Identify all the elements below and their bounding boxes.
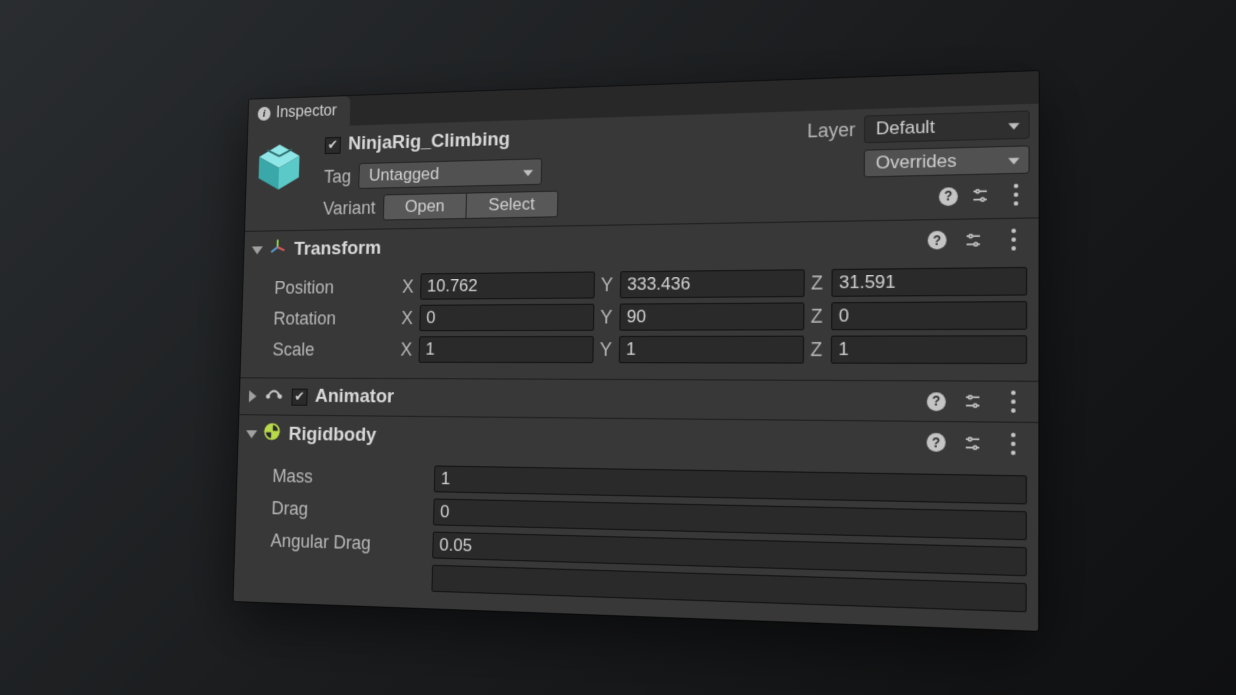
prefab-buttons: Open Select: [383, 190, 558, 220]
position-y-input[interactable]: 333.436: [620, 269, 805, 298]
axis-z-label: Z: [811, 304, 826, 327]
rigidbody-icon: [262, 421, 281, 446]
transform-title: Transform: [294, 237, 382, 260]
tag-dropdown[interactable]: Untagged: [358, 158, 542, 189]
settings-icon[interactable]: [959, 429, 986, 456]
scale-y-input[interactable]: 1: [619, 335, 804, 363]
foldout-icon[interactable]: [252, 245, 263, 253]
rigidbody-component: Rigidbody ? Mass 1: [234, 414, 1039, 631]
settings-icon[interactable]: [967, 182, 994, 209]
info-icon: i: [258, 106, 271, 120]
axis-y-label: Y: [599, 338, 614, 360]
help-icon[interactable]: ?: [927, 432, 946, 451]
select-button[interactable]: Select: [466, 191, 557, 217]
rotation-y-input[interactable]: 90: [619, 302, 804, 330]
help-icon[interactable]: ?: [928, 230, 947, 249]
axis-y-label: Y: [601, 273, 616, 295]
foldout-icon[interactable]: [249, 390, 257, 402]
context-menu-icon[interactable]: [1002, 181, 1029, 208]
mass-label: Mass: [272, 465, 424, 489]
object-name[interactable]: NinjaRig_Climbing: [348, 128, 510, 155]
rotation-x-input[interactable]: 0: [419, 303, 594, 330]
axis-z-label: Z: [811, 271, 826, 294]
position-label: Position: [274, 276, 397, 298]
context-menu-icon[interactable]: [1000, 225, 1027, 252]
context-menu-icon[interactable]: [1000, 429, 1027, 456]
transform-icon: [268, 237, 287, 262]
overrides-dropdown[interactable]: Overrides: [864, 145, 1030, 177]
axis-x-label: X: [400, 338, 414, 359]
help-icon[interactable]: ?: [939, 186, 958, 205]
help-icon[interactable]: ?: [927, 391, 946, 410]
tab-label: Inspector: [276, 102, 337, 122]
scale-x-input[interactable]: 1: [419, 336, 594, 363]
transform-component: Transform ? Position X10.76: [240, 217, 1038, 380]
axis-x-label: X: [402, 275, 416, 296]
settings-icon[interactable]: [960, 226, 987, 253]
open-button[interactable]: Open: [384, 193, 467, 219]
prefab-icon: [253, 138, 304, 192]
blank-label: [269, 562, 422, 589]
inspector-panel: i Inspector ✔ NinjaRig_Climbing: [234, 71, 1039, 631]
axis-y-label: Y: [600, 306, 615, 328]
context-menu-icon[interactable]: [1000, 388, 1027, 415]
scale-z-input[interactable]: 1: [831, 335, 1027, 364]
foldout-icon[interactable]: [246, 429, 257, 437]
position-x-input[interactable]: 10.762: [420, 271, 595, 299]
drag-label: Drag: [271, 497, 424, 522]
active-checkbox[interactable]: ✔: [325, 136, 341, 153]
scale-label: Scale: [272, 338, 395, 359]
rotation-z-input[interactable]: 0: [831, 301, 1027, 330]
rotation-label: Rotation: [273, 307, 396, 329]
rigidbody-title: Rigidbody: [288, 423, 376, 446]
settings-icon[interactable]: [959, 388, 986, 415]
animator-title: Animator: [315, 385, 395, 408]
tag-value: Untagged: [369, 163, 440, 185]
tab-inspector[interactable]: i Inspector: [248, 95, 350, 128]
overrides-label: Overrides: [876, 150, 957, 174]
animator-enabled-checkbox[interactable]: ✔: [291, 388, 307, 405]
animator-icon: [263, 385, 284, 407]
angular-drag-label: Angular Drag: [270, 529, 423, 555]
layer-value: Default: [876, 116, 935, 139]
layer-label: Layer: [807, 118, 855, 142]
axis-x-label: X: [401, 307, 415, 328]
variant-label: Variant: [323, 197, 376, 219]
axis-z-label: Z: [810, 338, 825, 361]
tag-label: Tag: [324, 165, 352, 187]
mass-input[interactable]: 1: [434, 465, 1027, 504]
layer-dropdown[interactable]: Default: [864, 110, 1030, 143]
position-z-input[interactable]: 31.591: [831, 266, 1027, 296]
